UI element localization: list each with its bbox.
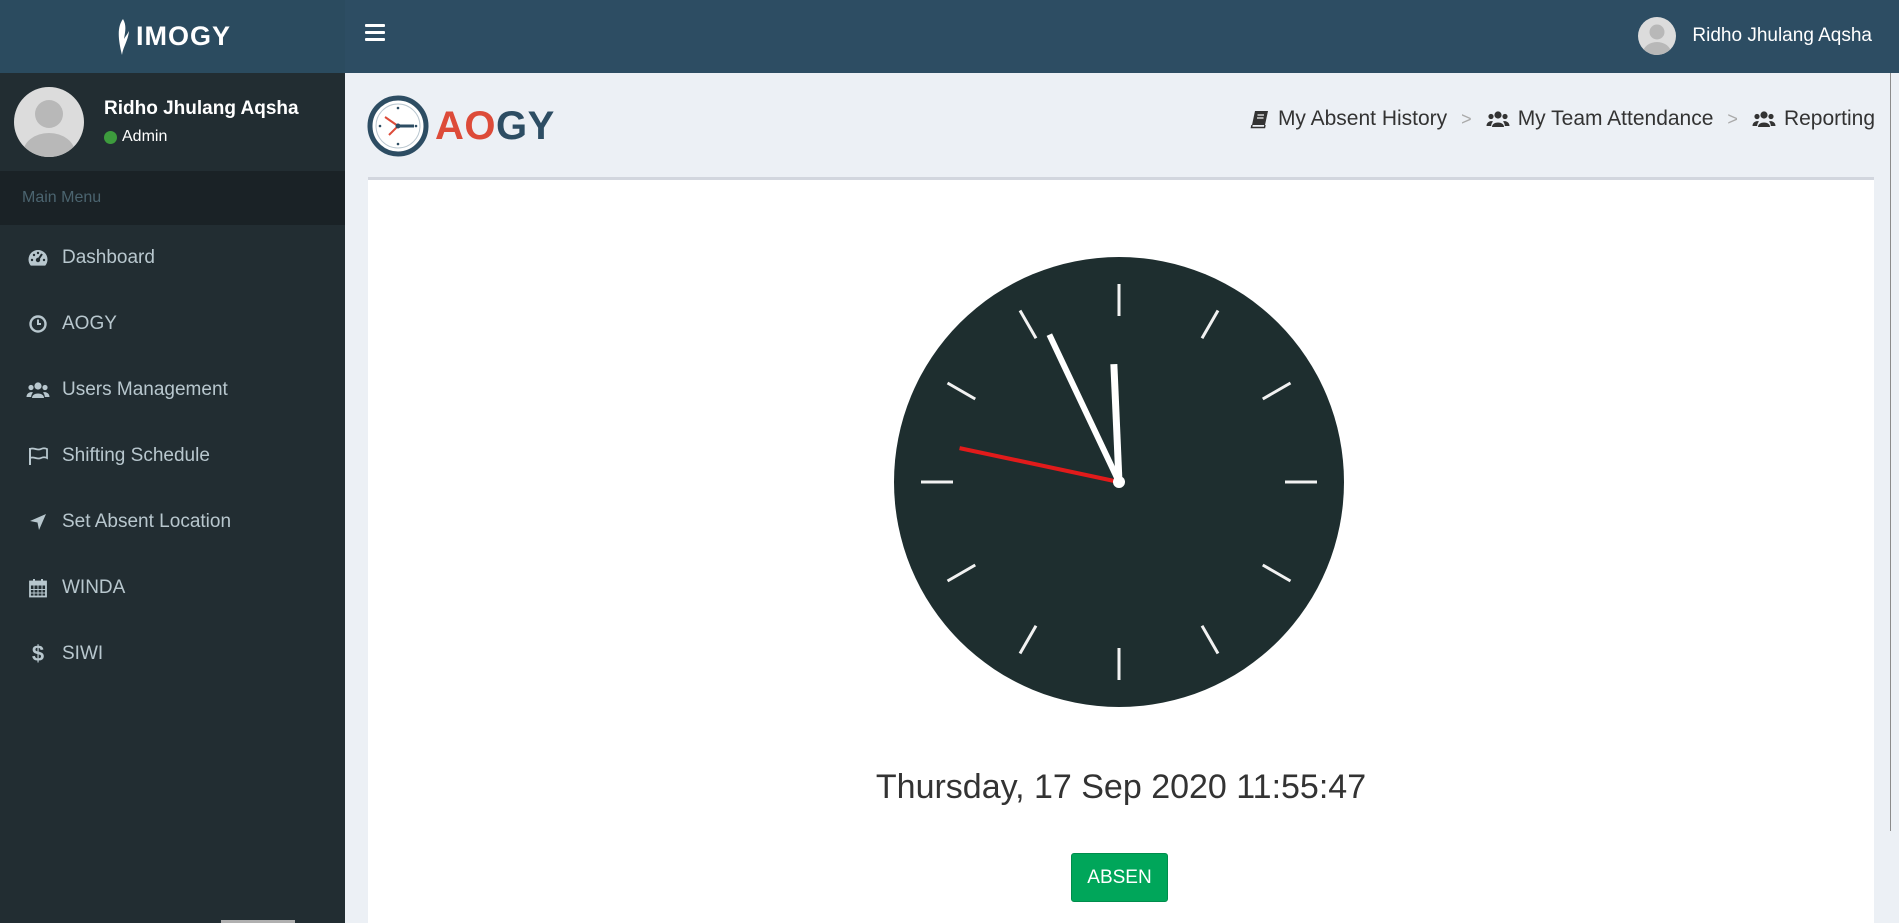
online-status-icon	[104, 130, 117, 144]
sidebar-item-winda[interactable]: WINDA	[0, 555, 345, 621]
menu-toggle-icon[interactable]	[365, 24, 385, 46]
topbar-user-name: Ridho Jhulang Aqsha	[1692, 25, 1872, 46]
clock-logo-icon	[367, 95, 429, 157]
sidebar-item-label: WINDA	[62, 577, 126, 598]
user-menu[interactable]: Ridho Jhulang Aqsha	[1638, 17, 1872, 55]
avatar	[14, 87, 84, 157]
book-icon	[1250, 111, 1268, 129]
users-icon	[26, 378, 50, 402]
logo-text: AOGY	[435, 103, 555, 148]
user-status: Admin	[104, 128, 299, 146]
sidebar-item-label: Set Absent Location	[62, 511, 232, 532]
content-header: AOGY My Absent History > My Team Attenda…	[345, 73, 1875, 177]
breadcrumb: My Absent History > My Team Attendance >…	[1250, 107, 1875, 131]
user-panel: Ridho Jhulang Aqsha Admin	[0, 73, 345, 171]
sidebar-item-label: Dashboard	[62, 247, 155, 268]
breadcrumb-reporting[interactable]: Reporting	[1752, 107, 1875, 131]
dashboard-icon	[26, 246, 50, 270]
brand-name: IMOGY	[135, 21, 231, 51]
calendar-icon	[26, 576, 50, 600]
aogy-logo: AOGY	[367, 95, 555, 157]
breadcrumb-label: My Team Attendance	[1517, 107, 1714, 130]
breadcrumb-my-absent-history[interactable]: My Absent History	[1250, 107, 1447, 131]
current-datetime: Thursday, 17 Sep 2020 11:55:47	[875, 768, 1367, 806]
breadcrumb-my-team-attendance[interactable]: My Team Attendance	[1486, 107, 1714, 131]
sidebar-user-name: Ridho Jhulang Aqsha	[104, 98, 299, 119]
breadcrumb-separator: >	[1461, 108, 1472, 129]
absen-button[interactable]: ABSEN	[1071, 853, 1168, 902]
breadcrumb-separator: >	[1727, 108, 1738, 129]
sidebar-item-users-management[interactable]: Users Management	[0, 357, 345, 423]
sidebar-item-aogy[interactable]: AOGY	[0, 291, 345, 357]
sidebar: IMOGY Ridho Jhulang Aqsha Admin Main Men…	[0, 0, 345, 923]
sidebar-item-label: AOGY	[62, 313, 117, 334]
attendance-panel: Thursday, 17 Sep 2020 11:55:47 ABSEN	[368, 177, 1874, 923]
menu-section-header: Main Menu	[0, 171, 345, 225]
clock-icon	[26, 312, 50, 336]
breadcrumb-label: Reporting	[1783, 107, 1875, 130]
brand-logo[interactable]: IMOGY	[0, 0, 345, 73]
top-navbar: Ridho Jhulang Aqsha	[345, 0, 1899, 73]
location-arrow-icon	[26, 510, 50, 534]
sidebar-item-label: SIWI	[62, 643, 104, 664]
sidebar-item-label: Shifting Schedule	[62, 445, 210, 466]
breadcrumb-label: My Absent History	[1277, 107, 1448, 130]
sidebar-item-label: Users Management	[62, 379, 228, 400]
brand-feather-icon	[118, 18, 129, 55]
clock-center	[1113, 476, 1125, 488]
flag-icon	[26, 444, 50, 468]
users-icon	[1752, 111, 1776, 127]
users-icon	[1486, 111, 1510, 127]
sidebar-item-set-absent-location[interactable]: Set Absent Location	[0, 489, 345, 555]
sidebar-item-shifting-schedule[interactable]: Shifting Schedule	[0, 423, 345, 489]
analog-clock	[894, 257, 1344, 712]
user-role: Admin	[122, 128, 168, 145]
page-scrollbar[interactable]	[1890, 73, 1891, 831]
sidebar-item-dashboard[interactable]: Dashboard	[0, 225, 345, 291]
avatar	[1638, 17, 1677, 55]
dollar-icon: $	[31, 641, 45, 666]
sidebar-item-siwi[interactable]: $ SIWI	[0, 621, 345, 687]
